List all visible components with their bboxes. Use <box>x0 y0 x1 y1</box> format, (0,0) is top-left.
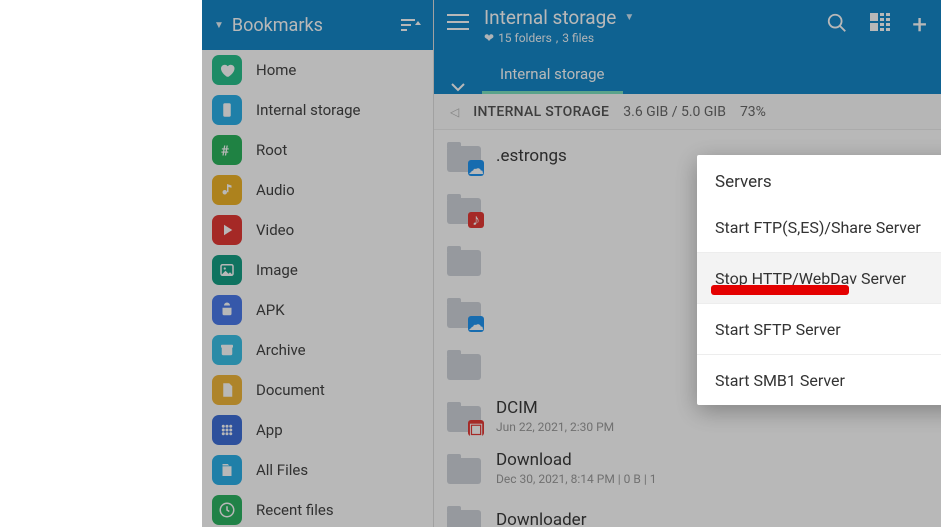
server-option-label: Start SMB1 Server <box>715 371 845 390</box>
redacted-url <box>711 285 849 295</box>
dialog-title: Servers <box>715 172 772 192</box>
server-option-label: Start SFTP Server <box>715 320 841 339</box>
dialog-header: Servers ✕ <box>697 155 941 202</box>
app-root: ▼ Bookmarks HomeInternal storage#RootAud… <box>202 0 941 527</box>
server-option-label: Start FTP(S,ES)/Share Server <box>715 218 921 237</box>
servers-dialog: Servers ✕ Start FTP(S,ES)/Share Server St… <box>697 155 941 405</box>
server-option[interactable]: Start SMB1 Server <box>697 354 941 405</box>
server-option[interactable]: Start SFTP Server <box>697 303 941 354</box>
server-option[interactable]: Start FTP(S,ES)/Share Server <box>697 202 941 252</box>
server-option[interactable]: Stop HTTP/WebDav Server <box>697 252 941 303</box>
